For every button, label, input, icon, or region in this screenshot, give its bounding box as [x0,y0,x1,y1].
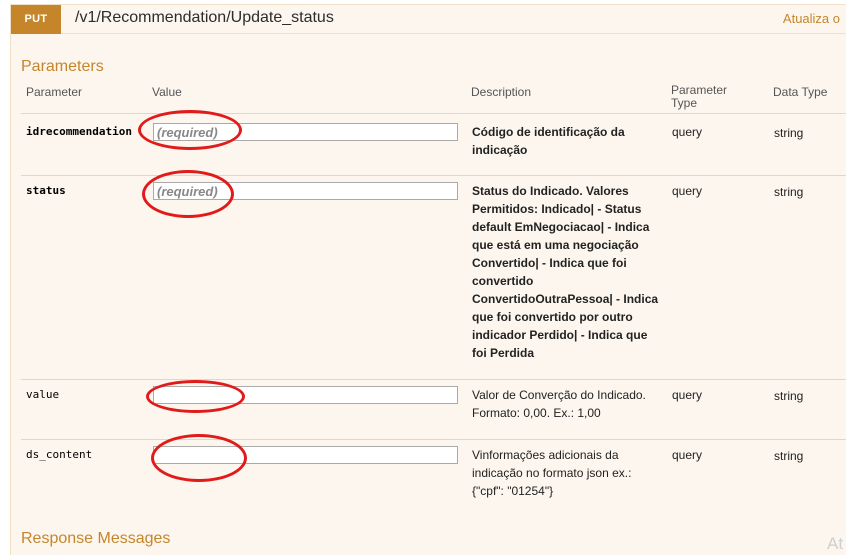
param-type-idrecommendation: query [672,125,703,139]
operation-summary[interactable]: Atualiza o [783,11,840,26]
response-messages-title: Response Messages [21,530,171,547]
http-method-badge[interactable]: PUT [11,5,61,34]
param-type-status: query [672,184,703,198]
col-header-data-type: Data Type [773,85,828,99]
value-input[interactable] [153,386,458,404]
operation-path[interactable]: /v1/Recommendation/Update_status [75,9,334,27]
param-name-idrecommendation: idrecommendation [26,125,132,138]
param-type-ds-content: query [672,448,703,462]
data-type-value: string [774,389,804,403]
col-header-parameter: Parameter [26,85,83,99]
data-type-idrecommendation: string [774,126,804,140]
col-header-description: Description [471,85,532,99]
param-name-value: value [26,388,60,401]
param-description-status: Status do Indicado. Valores Permitidos: … [472,184,659,360]
param-description-idrecommendation: Código de identificação da indicação [472,125,625,157]
row-divider-1 [21,175,846,176]
col-header-value: Value [152,85,182,99]
swagger-page: PUT /v1/Recommendation/Update_status Atu… [0,0,846,555]
param-type-value: query [672,388,703,402]
parameters-title: Parameters [21,58,104,75]
watermark-text: At [827,534,844,553]
ds-content-input[interactable] [153,446,458,464]
param-description-ds-content: Vinformações adicionais da indicação no … [472,448,632,498]
param-name-ds-content: ds_content [26,448,93,461]
data-type-ds-content: string [774,449,804,463]
operation-header[interactable]: PUT /v1/Recommendation/Update_status Atu… [10,4,846,34]
col-header-parameter-type: Parameter Type [671,83,728,110]
row-divider-3 [21,439,846,440]
idrecommendation-input[interactable] [153,123,458,141]
param-name-status: status [26,184,66,197]
header-divider [21,113,846,114]
data-type-status: string [774,185,804,199]
status-input[interactable] [153,182,458,200]
row-divider-2 [21,379,846,380]
param-description-value: Valor de Converção do Indicado. Formato:… [472,388,646,420]
